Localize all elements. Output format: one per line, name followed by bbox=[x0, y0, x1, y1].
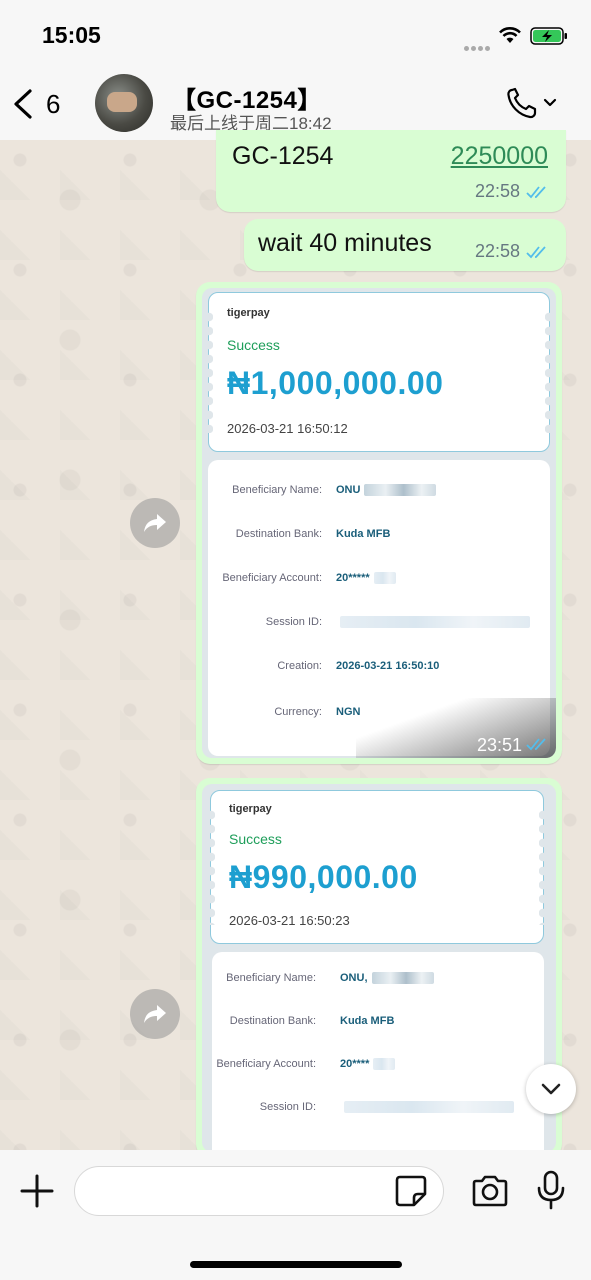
unread-count: 6 bbox=[46, 88, 61, 119]
detail-value: Kuda MFB bbox=[336, 528, 391, 540]
detail-value: ONU, bbox=[340, 972, 368, 984]
detail-value: 20***** bbox=[336, 572, 370, 584]
receipt-summary: tigerpay Success ₦990,000.00 2026-03-21 … bbox=[207, 790, 547, 944]
redacted-mask bbox=[373, 1058, 396, 1071]
receipt-datetime: 2026-03-21 16:50:23 bbox=[229, 913, 350, 928]
receipt-image[interactable]: tigerpay Success ₦1,000,000.00 2026-03-2… bbox=[202, 288, 556, 758]
message-text: wait 40 minutes bbox=[258, 229, 432, 257]
detail-label: Beneficiary Name: bbox=[226, 972, 316, 984]
detail-label: Destination Bank: bbox=[235, 528, 322, 540]
forward-arrow-icon bbox=[144, 514, 166, 532]
message-time: 22:58 bbox=[474, 181, 520, 201]
read-ticks-icon bbox=[526, 246, 546, 259]
message-input[interactable] bbox=[74, 1166, 444, 1216]
read-ticks-icon bbox=[526, 738, 546, 751]
detail-row: Beneficiary Name: ONU, bbox=[212, 972, 544, 992]
detail-row: Session ID: bbox=[212, 1101, 544, 1121]
detail-label: Creation: bbox=[277, 660, 322, 672]
call-button[interactable] bbox=[505, 86, 565, 122]
chevron-left-icon bbox=[14, 89, 32, 119]
detail-row: Session ID: bbox=[208, 616, 550, 636]
detail-label: Beneficiary Account: bbox=[216, 1058, 316, 1070]
detail-label: Currency: bbox=[274, 706, 322, 718]
detail-row: Beneficiary Account: 20**** bbox=[212, 1058, 544, 1078]
plus-icon bbox=[20, 1174, 54, 1208]
message-composer bbox=[0, 1150, 591, 1280]
signal-icon bbox=[464, 38, 494, 51]
detail-row: Beneficiary Account: 20***** bbox=[208, 572, 550, 592]
sticker-button[interactable] bbox=[394, 1174, 428, 1208]
message-time: 22:58 bbox=[474, 241, 520, 261]
message-link[interactable]: 2250000 bbox=[451, 142, 548, 171]
battery-charging-icon bbox=[530, 27, 567, 45]
status-time: 15:05 bbox=[42, 22, 101, 48]
message-time: 23:51 bbox=[476, 735, 522, 755]
read-ticks-icon bbox=[526, 186, 546, 199]
microphone-icon bbox=[537, 1170, 565, 1210]
scroll-down-button[interactable] bbox=[526, 1064, 576, 1114]
image-message[interactable]: tigerpay Success ₦990,000.00 2026-03-21 … bbox=[196, 778, 562, 1158]
detail-label: Destination Bank: bbox=[229, 1015, 316, 1027]
redacted-mask bbox=[364, 484, 437, 497]
chevron-down-icon bbox=[541, 1083, 561, 1095]
detail-value: ONU bbox=[336, 484, 361, 496]
detail-label: Session ID: bbox=[265, 616, 322, 628]
detail-row: Destination Bank: Kuda MFB bbox=[208, 528, 550, 548]
receipt-brand: tigerpay bbox=[227, 307, 270, 319]
detail-row: Beneficiary Name: ONU bbox=[208, 484, 550, 504]
detail-row: Destination Bank: Kuda MFB bbox=[212, 1015, 544, 1035]
receipt-details: Beneficiary Name: ONU, Destination Bank:… bbox=[212, 952, 544, 1152]
chevron-down-icon bbox=[543, 98, 557, 107]
phone-icon bbox=[507, 87, 537, 119]
status-bar: 15:05 bbox=[0, 0, 591, 70]
detail-label: Session ID: bbox=[259, 1101, 316, 1113]
receipt-datetime: 2026-03-21 16:50:12 bbox=[227, 421, 348, 436]
forward-button[interactable] bbox=[130, 989, 180, 1039]
forward-button[interactable] bbox=[130, 498, 180, 548]
mic-button[interactable] bbox=[536, 1170, 566, 1210]
redacted-mask bbox=[373, 572, 396, 585]
camera-button[interactable] bbox=[470, 1174, 510, 1208]
receipt-summary: tigerpay Success ₦1,000,000.00 2026-03-2… bbox=[205, 292, 553, 452]
receipt-amount: ₦990,000.00 bbox=[229, 859, 418, 895]
image-message[interactable]: tigerpay Success ₦1,000,000.00 2026-03-2… bbox=[196, 282, 562, 764]
redacted-mask bbox=[371, 972, 434, 985]
message-text: GC-1254 bbox=[232, 142, 334, 170]
redacted-mask bbox=[340, 616, 530, 629]
detail-value: 2026-03-21 16:50:10 bbox=[336, 660, 440, 672]
receipt-image[interactable]: tigerpay Success ₦990,000.00 2026-03-21 … bbox=[202, 784, 556, 1152]
wifi-icon bbox=[499, 27, 521, 43]
message-bubble[interactable]: GC-1254 2250000 22:58 bbox=[216, 130, 566, 212]
sticker-icon bbox=[395, 1175, 427, 1207]
receipt-status: Success bbox=[227, 337, 280, 353]
detail-value: 20**** bbox=[340, 1058, 370, 1070]
forward-arrow-icon bbox=[144, 1005, 166, 1023]
detail-row: Creation: 2026-03-21 16:50:10 bbox=[208, 660, 550, 680]
attach-button[interactable] bbox=[18, 1172, 56, 1210]
avatar[interactable] bbox=[95, 74, 153, 132]
detail-label: Beneficiary Name: bbox=[232, 484, 322, 496]
detail-label: Beneficiary Account: bbox=[222, 572, 322, 584]
home-indicator[interactable] bbox=[190, 1261, 402, 1268]
detail-value: Kuda MFB bbox=[340, 1015, 395, 1027]
back-button[interactable]: 6 bbox=[10, 84, 70, 124]
receipt-status: Success bbox=[229, 831, 282, 847]
receipt-brand: tigerpay bbox=[229, 803, 272, 815]
message-bubble[interactable]: wait 40 minutes 22:58 bbox=[244, 219, 566, 271]
redacted-mask bbox=[344, 1101, 514, 1114]
camera-icon bbox=[472, 1175, 508, 1207]
receipt-amount: ₦1,000,000.00 bbox=[227, 365, 444, 401]
